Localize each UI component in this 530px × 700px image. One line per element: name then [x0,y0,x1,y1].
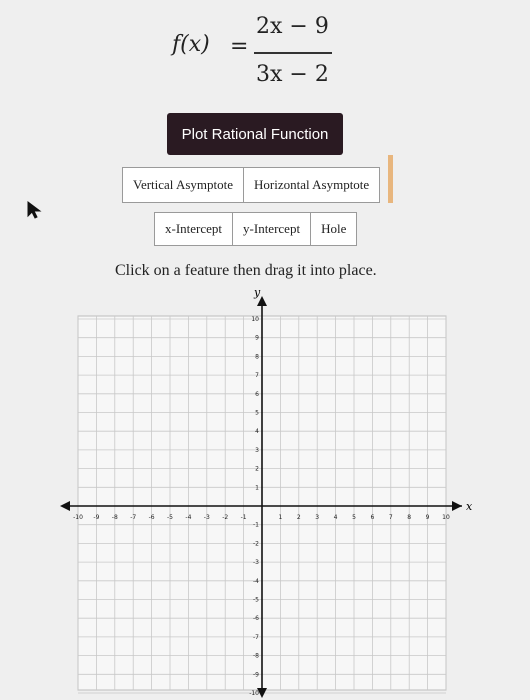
x-tick-label: 4 [334,514,338,521]
y-tick-label: 9 [255,335,259,342]
y-tick-label: 1 [255,484,259,491]
y-tick-label: -10 [249,690,259,697]
y-tick-label: -7 [253,634,259,641]
y-tick-label: -4 [253,578,259,585]
y-tick-label: 5 [255,410,259,417]
formula-numerator: 2x − 9 [256,14,329,39]
y-tick-label: -8 [253,653,259,660]
x-tick-label: -6 [149,514,155,521]
y-tick-label: -6 [253,615,259,622]
coordinate-grid[interactable]: -10 -9 -8 -7 -6 -5 -4 -3 -2 -1 1 2 3 4 5 6 7 8 9 10 10 9 8 7 6 5… [0,280,530,700]
y-tick-label: -5 [253,597,259,604]
hole-button[interactable]: Hole [311,213,357,245]
x-axis-right-arrow [452,501,462,511]
function-lhs: f(x) [172,32,210,57]
x-tick-label: 6 [370,514,374,521]
x-tick-label: -1 [241,514,247,521]
plot-rational-function-button[interactable]: Plot Rational Function [167,113,343,155]
x-tick-label: 10 [442,514,450,521]
x-tick-label: 9 [426,514,430,521]
instruction-text: Click on a feature then drag it into pla… [115,262,377,279]
y-intercept-button[interactable]: y-Intercept [233,213,312,245]
feature-buttons-row-2: x-Intercept y-Intercept Hole [154,212,358,246]
x-tick-label: -9 [93,514,99,521]
x-axis-left-arrow [60,501,70,511]
x-tick-label: -5 [167,514,173,521]
y-tick-label: 4 [255,428,259,435]
x-tick-label: 1 [278,514,282,521]
y-tick-label: 10 [251,316,259,323]
x-tick-label: -8 [112,514,118,521]
x-tick-label: -3 [204,514,210,521]
y-tick-label: -3 [253,559,259,566]
y-axis-label: y [253,286,261,299]
x-tick-label: 5 [352,514,356,521]
vertical-asymptote-button[interactable]: Vertical Asymptote [123,168,245,202]
x-tick-label: 7 [389,514,393,521]
x-tick-label: 2 [297,514,301,521]
y-tick-label: 3 [255,447,259,454]
horizontal-asymptote-button[interactable]: Horizontal Asymptote [244,168,380,202]
y-tick-label: 2 [255,466,259,473]
x-axis-label: x [466,500,473,513]
x-tick-label: 8 [407,514,411,521]
y-tick-label: 8 [255,353,259,360]
y-tick-label: -2 [253,540,259,547]
feature-buttons-row-1: Vertical Asymptote Horizontal Asymptote [122,167,381,203]
x-tick-label: -2 [222,514,228,521]
mouse-pointer-icon [27,201,42,219]
y-tick-label: 6 [255,391,259,398]
x-tick-label: -4 [185,514,191,521]
formula-denominator: 3x − 2 [256,62,329,87]
y-tick-label: -1 [253,522,259,529]
scroll-indicator [388,155,393,203]
x-tick-label: -10 [73,514,83,521]
y-tick-label: 7 [255,372,259,379]
fraction-bar [254,52,332,54]
y-tick-label: -9 [253,671,259,678]
x-intercept-button[interactable]: x-Intercept [155,213,234,245]
equals-sign: = [230,34,249,59]
function-formula: f(x) = 2x − 9 3x − 2 [170,14,350,87]
x-tick-label: -7 [130,514,136,521]
x-tick-label: 3 [315,514,319,521]
